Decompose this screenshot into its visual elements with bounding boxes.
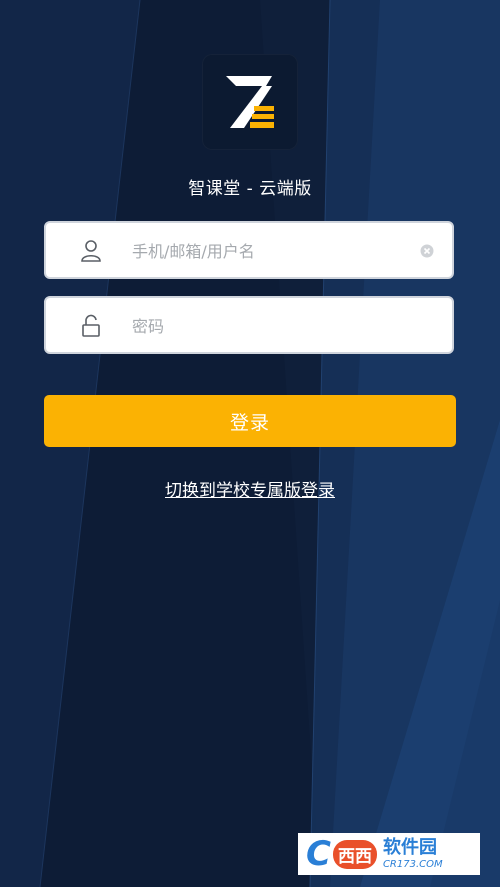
watermark-xixi: 西西 — [332, 839, 377, 869]
login-button[interactable]: 登录 — [44, 395, 456, 447]
password-input[interactable] — [130, 306, 414, 346]
app-title: 智课堂 - 云端版 — [188, 179, 312, 199]
watermark-c-icon: C — [306, 834, 331, 874]
watermark-url: CR173.COM — [382, 858, 443, 870]
watermark-name: 软件园 — [382, 836, 437, 858]
z-logo-icon — [226, 76, 274, 128]
username-input[interactable] — [130, 231, 414, 271]
username-field[interactable] — [44, 221, 454, 279]
switch-school-login-link[interactable]: 切换到学校专属版登录 — [0, 476, 500, 501]
app-logo — [202, 54, 298, 150]
user-icon — [81, 240, 101, 262]
unlock-icon — [82, 314, 100, 337]
watermark-logo: C 西西 软件园 CR173.COM — [298, 833, 480, 875]
clear-input-icon[interactable] — [420, 244, 434, 258]
password-field[interactable] — [44, 296, 454, 354]
